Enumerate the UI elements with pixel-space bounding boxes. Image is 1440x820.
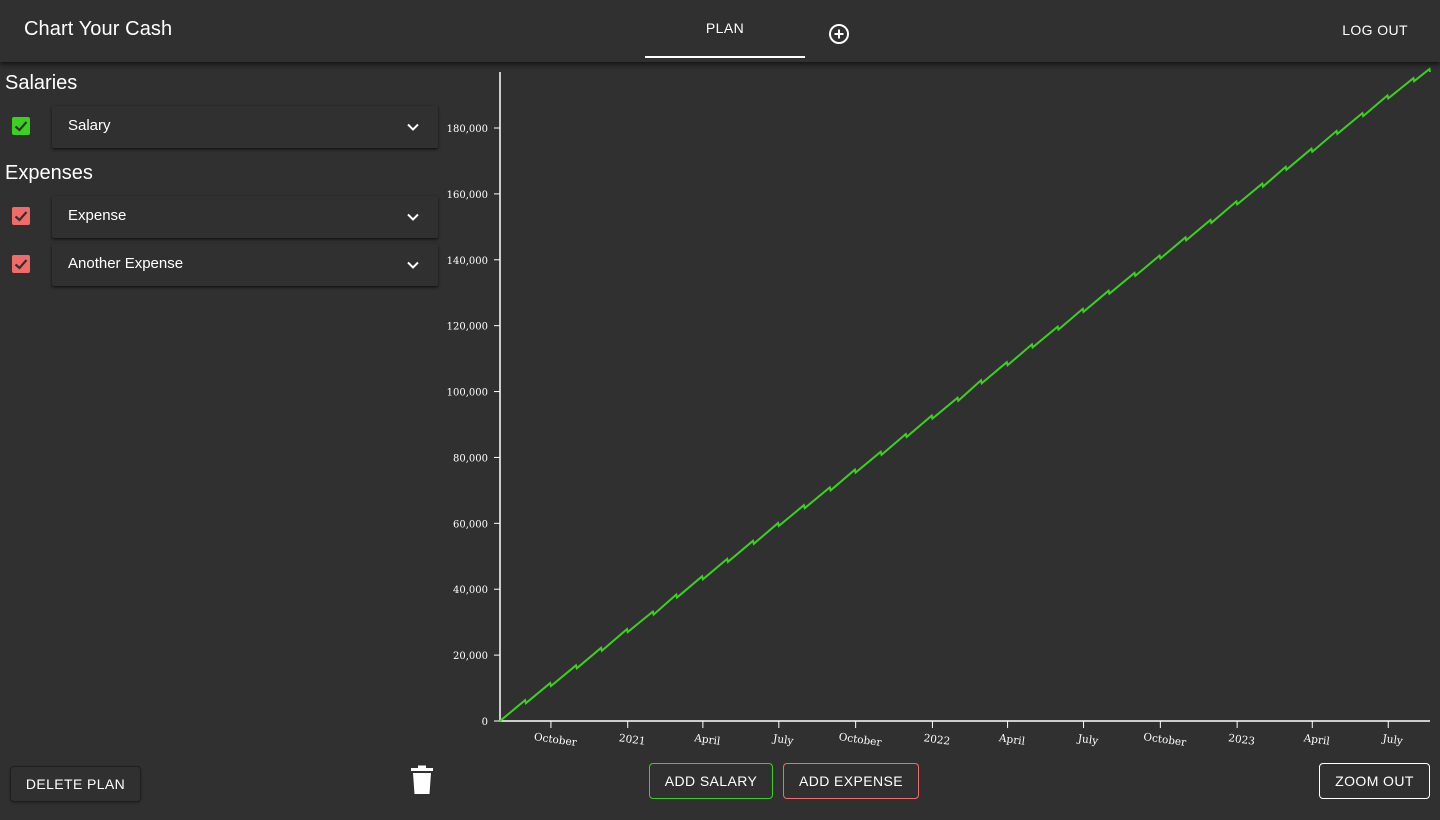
another-expense-accordion[interactable]: Another Expense — [52, 244, 438, 286]
another-expense-row: Another Expense — [0, 244, 440, 286]
x-tick-label: July — [771, 733, 794, 748]
x-tick-label: April — [997, 732, 1026, 748]
salary-row: Salary — [0, 106, 440, 148]
add-expense-button[interactable]: ADD EXPENSE — [783, 763, 919, 799]
x-tick-label: July — [1381, 733, 1404, 748]
zoom-out-button[interactable]: ZOOM OUT — [1319, 763, 1430, 799]
chevron-down-icon — [407, 213, 419, 221]
salary-checkbox[interactable] — [12, 117, 30, 135]
delete-plan-button[interactable]: DELETE PLAN — [10, 766, 141, 802]
expense-row: Expense — [0, 196, 440, 238]
cash-chart: 0 20,000 40,000 60,000 80,000 100,000 120,000 1… — [440, 62, 1440, 757]
x-tick-label: July — [1076, 733, 1099, 748]
x-tick-label: April — [693, 732, 722, 748]
chevron-down-icon — [407, 261, 419, 269]
check-icon — [14, 121, 28, 132]
y-tick-label: 160,000 — [447, 190, 488, 201]
salaries-heading: Salaries — [5, 72, 78, 94]
x-tick-label: October — [1143, 731, 1188, 749]
y-tick-label: 40,000 — [453, 585, 488, 596]
y-tick-label: 80,000 — [453, 453, 488, 464]
y-tick-label: 100,000 — [447, 388, 488, 399]
x-tick-label: 2021 — [618, 732, 646, 748]
expense-accordion[interactable]: Expense — [52, 196, 438, 238]
cash-balance-line — [499, 67, 1431, 722]
y-tick-label: 60,000 — [453, 519, 488, 530]
x-tick-label: April — [1302, 732, 1331, 748]
add-salary-button[interactable]: ADD SALARY — [649, 763, 773, 799]
trash-icon[interactable] — [410, 765, 434, 795]
cash-chart-svg: 0 20,000 40,000 60,000 80,000 100,000 120,000 1… — [447, 67, 1431, 749]
salary-label: Salary — [68, 117, 111, 134]
expense-checkbox[interactable] — [12, 207, 30, 225]
x-tick-label: October — [533, 731, 578, 749]
sidebar: Salaries Salary Expenses Expense Another… — [0, 62, 440, 820]
tab-plan[interactable]: PLAN — [645, 0, 805, 58]
y-tick-label: 20,000 — [453, 651, 488, 662]
tab-plan-label: PLAN — [705, 20, 745, 36]
expenses-heading: Expenses — [5, 162, 93, 184]
check-icon — [14, 211, 28, 222]
y-tick-label: 180,000 — [447, 124, 488, 135]
x-tick-label: October — [838, 731, 883, 749]
check-icon — [14, 259, 28, 270]
another-expense-checkbox[interactable] — [12, 255, 30, 273]
y-tick-label: 0 — [482, 717, 488, 728]
chevron-down-icon — [407, 123, 419, 131]
another-expense-label: Another Expense — [68, 255, 184, 272]
add-circle-icon[interactable] — [828, 23, 850, 45]
x-tick-label: 2022 — [923, 732, 951, 748]
y-tick-label: 140,000 — [447, 256, 488, 267]
app-title: Chart Your Cash — [24, 18, 173, 40]
y-tick-label: 120,000 — [447, 322, 488, 333]
app-bar: Chart Your Cash PLAN LOG OUT — [0, 0, 1440, 62]
expense-label: Expense — [68, 207, 127, 224]
x-tick-label: 2023 — [1227, 732, 1255, 748]
logout-button[interactable]: LOG OUT — [1342, 22, 1408, 38]
salary-accordion[interactable]: Salary — [52, 106, 438, 148]
